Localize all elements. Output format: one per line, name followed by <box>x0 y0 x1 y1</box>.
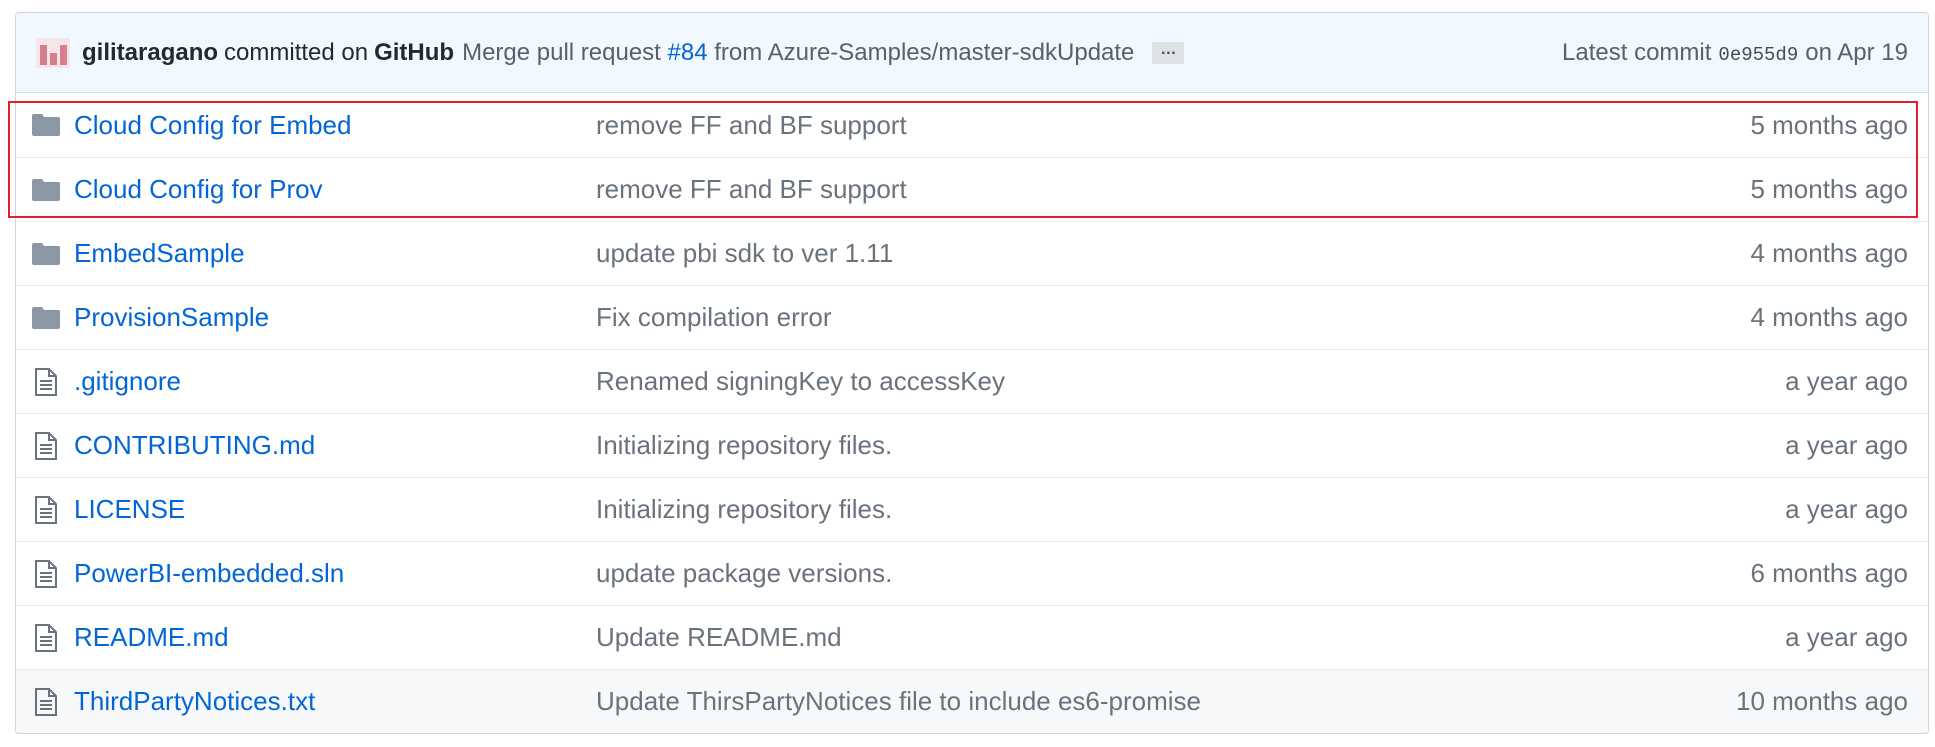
commit-age: a year ago <box>1785 430 1908 460</box>
file-name-link[interactable]: Cloud Config for Embed <box>74 110 596 141</box>
file-icon <box>18 495 74 524</box>
file-row[interactable]: ProvisionSample Fix compilation error 4 mo… <box>16 285 1928 349</box>
file-name-link[interactable]: .gitignore <box>74 366 596 397</box>
file-row[interactable]: EmbedSample update pbi sdk to ver 1.11 4 m… <box>16 221 1928 285</box>
commit-message-link[interactable]: Renamed signingKey to accessKey <box>596 366 1688 397</box>
commit-message-prefix[interactable]: Merge pull request <box>462 39 661 66</box>
file-icon <box>18 431 74 460</box>
folder-icon <box>18 113 74 137</box>
file-icon <box>18 367 74 396</box>
file-list: Cloud Config for Embed remove FF and BF s… <box>16 93 1928 733</box>
commit-message-link[interactable]: update package versions. <box>596 558 1688 589</box>
file-name-link[interactable]: PowerBI-embedded.sln <box>74 558 596 589</box>
commit-age: 10 months ago <box>1735 686 1908 716</box>
avatar[interactable] <box>36 37 70 68</box>
commit-message-link[interactable]: Initializing repository files. <box>596 494 1688 525</box>
commit-age: 4 months ago <box>1750 302 1908 332</box>
commit-age: 5 months ago <box>1750 109 1908 140</box>
commit-message[interactable]: Merge pull request #84 from Azure-Sample… <box>462 39 1134 67</box>
file-icon <box>18 687 74 716</box>
commit-message-link[interactable]: remove FF and BF support <box>596 174 1688 205</box>
file-icon <box>18 559 74 588</box>
commit-age: 5 months ago <box>1750 174 1908 204</box>
file-row[interactable]: LICENSE Initializing repository files. a y… <box>16 477 1928 541</box>
file-row[interactable]: Cloud Config for Embed remove FF and BF s… <box>16 93 1928 157</box>
latest-commit-bar: gilitaragano committed on GitHub Merge p… <box>16 13 1928 93</box>
pull-request-link[interactable]: #84 <box>668 39 708 66</box>
commit-message-link[interactable]: remove FF and BF support <box>596 110 1688 141</box>
file-row[interactable]: README.md Update README.md a year ago <box>16 605 1928 669</box>
folder-icon <box>18 178 74 202</box>
file-row[interactable]: ThirdPartyNotices.txt Update ThirsPartyNo… <box>16 669 1928 733</box>
folder-icon <box>18 242 74 266</box>
commit-message-link[interactable]: Update README.md <box>596 622 1688 653</box>
commit-sha-link[interactable]: 0e955d9 <box>1718 44 1798 66</box>
commit-message-suffix[interactable]: from Azure-Samples/master-sdkUpdate <box>714 39 1134 66</box>
file-name-link[interactable]: LICENSE <box>74 494 596 525</box>
file-name-link[interactable]: README.md <box>74 622 596 653</box>
commit-age: 6 months ago <box>1750 558 1908 588</box>
file-name-link[interactable]: EmbedSample <box>74 238 596 269</box>
commit-message-link[interactable]: update pbi sdk to ver 1.11 <box>596 238 1688 269</box>
file-name-link[interactable]: CONTRIBUTING.md <box>74 430 596 461</box>
commit-age: a year ago <box>1785 366 1908 396</box>
commit-message-link[interactable]: Initializing repository files. <box>596 430 1688 461</box>
expand-commit-message-button[interactable]: … <box>1152 41 1185 64</box>
file-row[interactable]: Cloud Config for Prov remove FF and BF su… <box>16 157 1928 221</box>
file-name-link[interactable]: ProvisionSample <box>74 302 596 333</box>
commit-age: 4 months ago <box>1750 238 1908 268</box>
commit-message-link[interactable]: Fix compilation error <box>596 302 1688 333</box>
commit-message-link[interactable]: Update ThirsPartyNotices file to include… <box>596 686 1688 717</box>
file-row[interactable]: CONTRIBUTING.md Initializing repository f… <box>16 413 1928 477</box>
commit-age: a year ago <box>1785 494 1908 524</box>
commit-author-link[interactable]: gilitaragano <box>82 39 218 67</box>
latest-commit-label: Latest commit <box>1562 38 1712 66</box>
folder-icon <box>18 306 74 330</box>
file-row[interactable]: PowerBI-embedded.sln update package versi… <box>16 541 1928 605</box>
committed-on-text: committed on <box>224 38 369 66</box>
github-label: GitHub <box>374 38 455 66</box>
latest-commit-info: Latest commit 0e955d9 on Apr 19 <box>1562 39 1908 67</box>
file-icon <box>18 623 74 652</box>
commit-date: on Apr 19 <box>1805 38 1908 66</box>
commit-age: a year ago <box>1785 622 1908 652</box>
file-name-link[interactable]: Cloud Config for Prov <box>74 174 596 205</box>
file-row[interactable]: .gitignore Renamed signingKey to accessKe… <box>16 349 1928 413</box>
file-browser: gilitaragano committed on GitHub Merge p… <box>15 12 1929 734</box>
file-name-link[interactable]: ThirdPartyNotices.txt <box>74 686 596 717</box>
